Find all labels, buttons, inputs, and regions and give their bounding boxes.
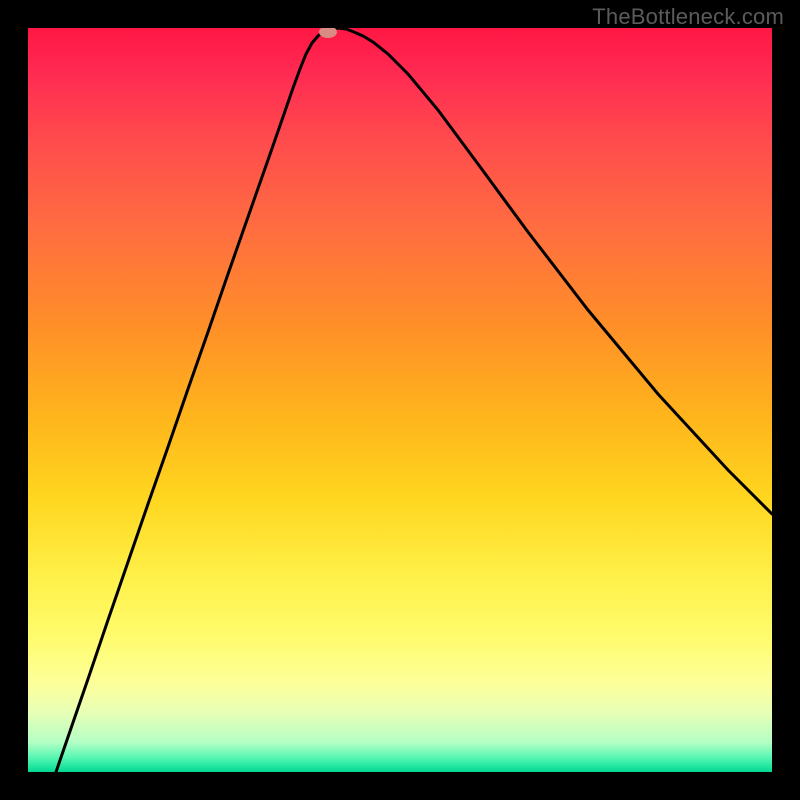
watermark-text: TheBottleneck.com: [592, 4, 784, 30]
chart-frame: TheBottleneck.com: [0, 0, 800, 800]
bottleneck-curve: [28, 28, 772, 772]
plot-area: [28, 28, 772, 772]
